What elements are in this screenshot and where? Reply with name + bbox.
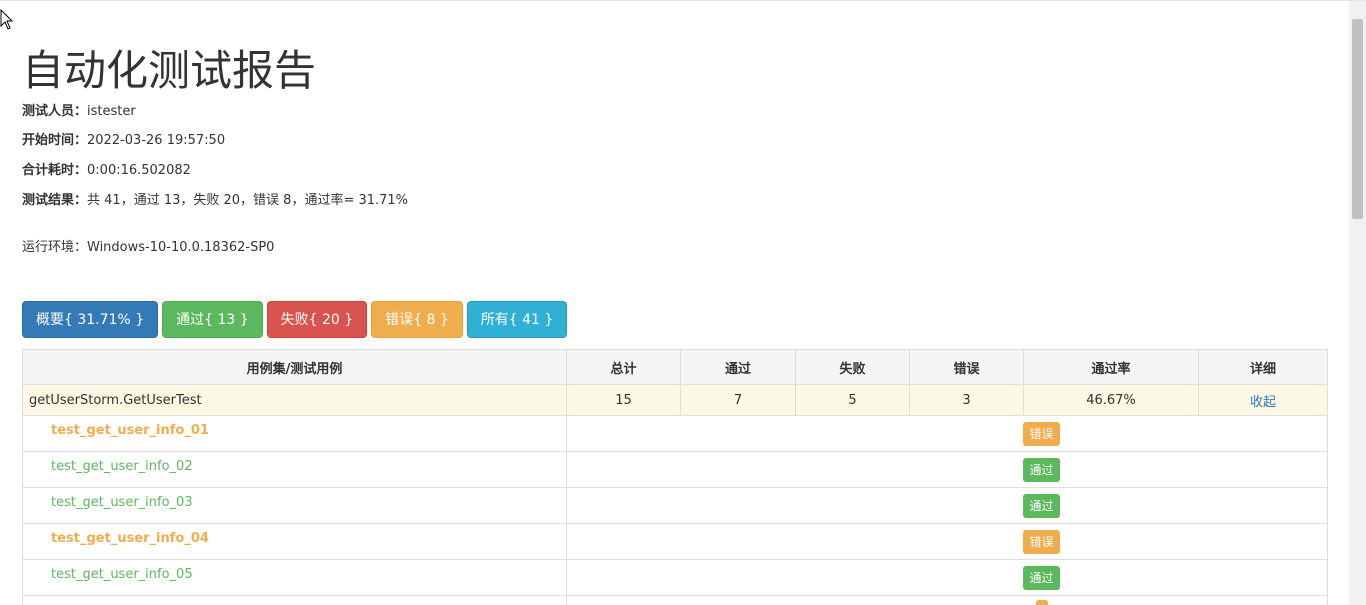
table-row: test_get_user_info_02 通过 xyxy=(22,451,1328,488)
pass-status-button[interactable]: 通过 xyxy=(1023,457,1060,482)
report-page: 自动化测试报告 测试人员：istester 开始时间：2022-03-26 19… xyxy=(0,0,1366,605)
suite-total: 15 xyxy=(566,384,681,416)
page-title: 自动化测试报告 xyxy=(22,46,317,95)
header-pass: 通过 xyxy=(680,349,796,385)
environment-line: 运行环境：Windows-10-10.0.18362-SP0 xyxy=(22,240,275,255)
error-status-button[interactable] xyxy=(1035,599,1048,605)
table-header-row: 用例集/测试用例 总计 通过 失败 错误 通过率 详细 xyxy=(22,349,1328,385)
fail-filter-button[interactable]: 失败{ 20 } xyxy=(266,301,368,338)
case-name-partial xyxy=(22,595,567,605)
suite-name: getUserStorm.GetUserTest xyxy=(22,384,567,416)
error-status-button[interactable]: 错误 xyxy=(1023,421,1060,446)
result-label: 测试结果： xyxy=(22,193,88,208)
duration-value: 0:00:16.502082 xyxy=(87,163,191,178)
case-name: test_get_user_info_04 xyxy=(22,523,567,560)
summary-filter-button[interactable]: 概要{ 31.71% } xyxy=(22,301,159,338)
table-row: test_get_user_info_01 错误 xyxy=(22,415,1328,452)
header-fail: 失败 xyxy=(795,349,910,385)
case-status-cell: 错误 xyxy=(566,523,1328,560)
suite-error: 3 xyxy=(909,384,1024,416)
pass-status-button[interactable]: 通过 xyxy=(1023,493,1060,518)
table-row: test_get_user_info_03 通过 xyxy=(22,487,1328,524)
case-name: test_get_user_info_02 xyxy=(22,451,567,488)
mouse-pointer-icon xyxy=(0,9,14,30)
suite-row: getUserStorm.GetUserTest 15 7 5 3 46.67%… xyxy=(22,384,1328,416)
vertical-scrollbar[interactable] xyxy=(1349,1,1366,605)
tester-label: 测试人员： xyxy=(22,104,88,119)
tester-value: istester xyxy=(87,104,136,119)
scrollbar-thumb[interactable] xyxy=(1352,19,1363,219)
case-name: test_get_user_info_05 xyxy=(22,559,567,596)
header-suite-case: 用例集/测试用例 xyxy=(22,349,567,385)
error-status-button[interactable]: 错误 xyxy=(1023,529,1060,554)
duration-label: 合计耗时： xyxy=(22,163,88,178)
suite-pass-rate: 46.67% xyxy=(1023,384,1199,416)
header-total: 总计 xyxy=(566,349,681,385)
result-table: 用例集/测试用例 总计 通过 失败 错误 通过率 详细 getUserStorm… xyxy=(22,349,1328,605)
case-status-cell: 通过 xyxy=(566,451,1328,488)
start-time-label: 开始时间： xyxy=(22,133,88,148)
duration-line: 合计耗时：0:00:16.502082 xyxy=(22,162,191,180)
table-row xyxy=(22,595,1328,605)
header-pass-rate: 通过率 xyxy=(1023,349,1199,385)
case-name: test_get_user_info_01 xyxy=(22,415,567,452)
result-value: 共 41，通过 13，失败 20，错误 8，通过率= 31.71% xyxy=(87,193,409,208)
result-line: 测试结果：共 41，通过 13，失败 20，错误 8，通过率= 31.71% xyxy=(22,192,408,210)
start-time-value: 2022-03-26 19:57:50 xyxy=(87,133,226,148)
error-filter-button[interactable]: 错误{ 8 } xyxy=(371,301,463,338)
collapse-link[interactable]: 收起 xyxy=(1250,395,1276,410)
case-status-cell: 通过 xyxy=(566,487,1328,524)
header-detail: 详细 xyxy=(1198,349,1328,385)
case-status-cell: 通过 xyxy=(566,559,1328,596)
case-name: test_get_user_info_03 xyxy=(22,487,567,524)
pass-status-button[interactable]: 通过 xyxy=(1023,565,1060,590)
filter-bar: 概要{ 31.71% } 通过{ 13 } 失败{ 20 } 错误{ 8 } 所… xyxy=(22,301,568,338)
suite-detail-cell: 收起 xyxy=(1198,384,1328,416)
suite-pass: 7 xyxy=(680,384,796,416)
case-status-cell: 错误 xyxy=(566,415,1328,452)
header-error: 错误 xyxy=(909,349,1024,385)
suite-fail: 5 xyxy=(795,384,910,416)
all-filter-button[interactable]: 所有{ 41 } xyxy=(466,301,568,338)
table-row: test_get_user_info_04 错误 xyxy=(22,523,1328,560)
table-row: test_get_user_info_05 通过 xyxy=(22,559,1328,596)
pass-filter-button[interactable]: 通过{ 13 } xyxy=(162,301,263,338)
case-status-cell xyxy=(566,595,1328,605)
tester-line: 测试人员：istester xyxy=(22,103,136,121)
start-time-line: 开始时间：2022-03-26 19:57:50 xyxy=(22,132,225,150)
